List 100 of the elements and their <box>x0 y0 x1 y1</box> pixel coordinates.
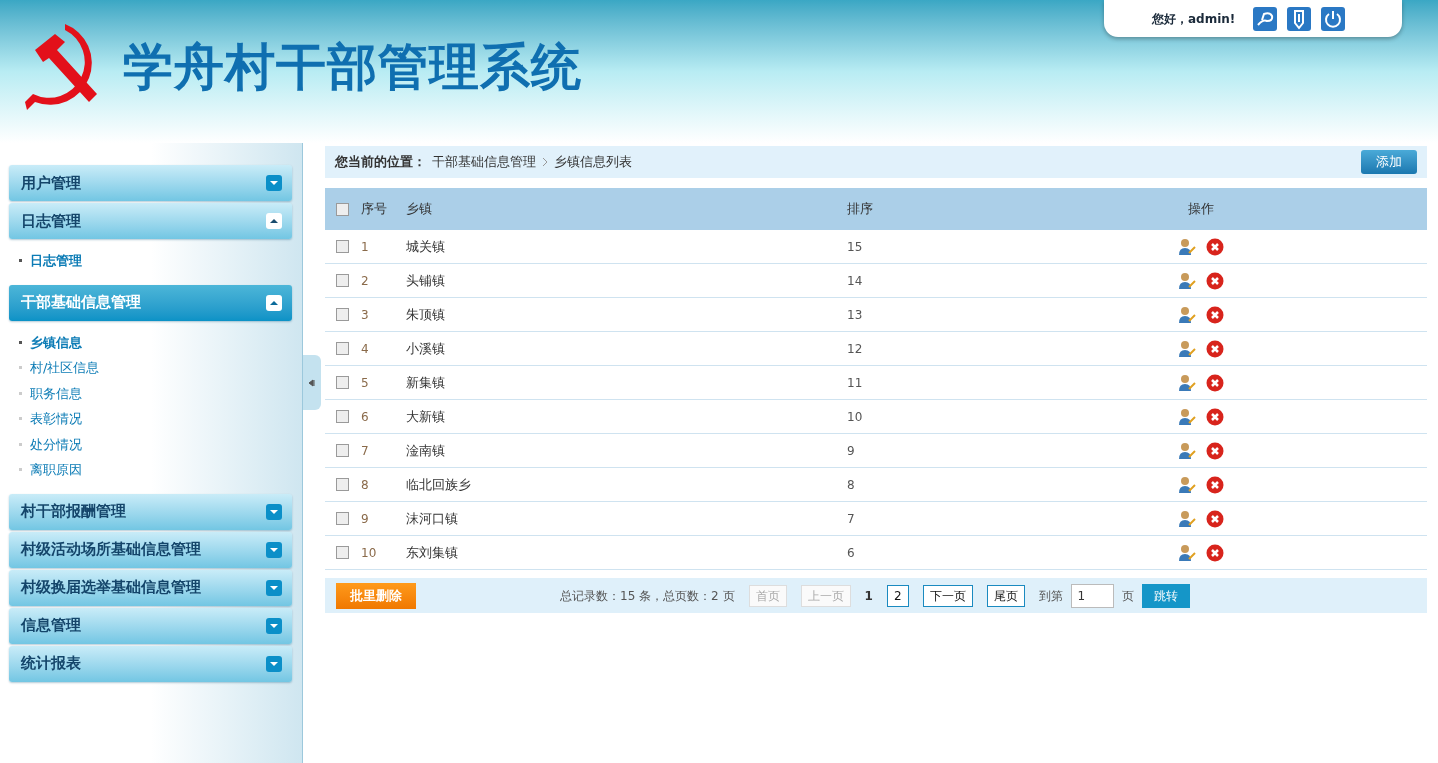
menu-group[interactable]: 村级换届选举基础信息管理 <box>9 569 292 606</box>
delete-icon[interactable] <box>1206 407 1224 426</box>
table-cell-text: 6 <box>361 408 370 426</box>
delete-icon[interactable] <box>1206 373 1224 392</box>
collapse-icon <box>266 213 282 229</box>
table-cell-text: 1 <box>361 238 370 256</box>
menu-group[interactable]: 用户管理 <box>9 165 292 201</box>
menu-group[interactable]: 日志管理 <box>9 203 292 239</box>
menu-item[interactable]: 日志管理 <box>19 251 292 271</box>
table-cell-text: 10 <box>847 408 864 426</box>
edit-user-icon[interactable] <box>1178 237 1196 256</box>
menu-item[interactable]: 处分情况 <box>19 434 292 454</box>
table-cell-text: 15 <box>847 238 864 256</box>
edit-user-icon[interactable] <box>1178 271 1196 290</box>
menu-item[interactable]: 表彰情况 <box>19 409 292 429</box>
table-cell-text: 6 <box>847 544 856 562</box>
collapse-icon <box>266 294 282 311</box>
table-cell-text: 13 <box>847 306 864 324</box>
menu-item[interactable]: 乡镇信息 <box>19 332 292 352</box>
expand-icon <box>266 617 282 634</box>
edit-user-icon[interactable] <box>1178 305 1196 324</box>
checkbox[interactable] <box>336 512 349 525</box>
table-cell-text: 城关镇 <box>406 237 446 256</box>
table-cell-text: 9 <box>847 442 856 460</box>
table-cell-text: 沫河口镇 <box>406 509 459 528</box>
edit-user-icon[interactable] <box>1178 509 1196 528</box>
record-summary: 总记录数：15 条，总页数：2 页 <box>560 587 735 605</box>
delete-icon[interactable] <box>1206 271 1224 290</box>
edit-user-icon[interactable] <box>1178 441 1196 460</box>
checkbox[interactable] <box>336 308 349 321</box>
table-cell-text: 朱顶镇 <box>406 305 446 324</box>
checkbox[interactable] <box>336 444 349 457</box>
table-cell-text: 2 <box>361 272 370 290</box>
edit-user-icon[interactable] <box>1178 475 1196 494</box>
menu-item[interactable]: 职务信息 <box>19 383 292 403</box>
menu-group[interactable]: 村级活动场所基础信息管理 <box>9 531 292 568</box>
delete-icon[interactable] <box>1206 237 1224 256</box>
checkbox[interactable] <box>336 376 349 389</box>
checkbox[interactable] <box>336 274 349 287</box>
edit-user-icon[interactable] <box>1178 339 1196 358</box>
table-cell-text: 小溪镇 <box>406 339 446 358</box>
table-cell-text: 14 <box>847 272 864 290</box>
column-header: 操作 <box>1187 200 1215 219</box>
edit-user-icon[interactable] <box>1178 407 1196 426</box>
delete-icon[interactable] <box>1206 543 1224 562</box>
table-cell-text: 10 <box>361 544 378 562</box>
location-label: 您当前的位置： <box>335 153 426 172</box>
delete-icon[interactable] <box>1206 339 1224 358</box>
menu-group[interactable]: 村干部报酬管理 <box>9 493 292 530</box>
pencil-icon[interactable] <box>1287 6 1312 31</box>
page-unit: 页 <box>1121 587 1134 605</box>
collapse-handle[interactable] <box>303 355 321 410</box>
menu-group[interactable]: 统计报表 <box>9 645 292 682</box>
delete-icon[interactable] <box>1206 305 1224 324</box>
breadcrumb-link[interactable]: 乡镇信息列表 <box>554 152 632 172</box>
edit-user-icon[interactable] <box>1178 373 1196 392</box>
table-cell-text: 9 <box>361 510 370 528</box>
chevron-right-icon <box>542 157 548 167</box>
page-link[interactable]: 2 <box>886 584 909 607</box>
column-header: 序号 <box>361 200 388 219</box>
checkbox[interactable] <box>336 546 349 559</box>
menu-group[interactable]: 信息管理 <box>9 607 292 644</box>
table-cell-text: 11 <box>847 374 864 392</box>
table-cell-text: 大新镇 <box>406 407 446 426</box>
expand-icon <box>266 541 282 558</box>
delete-icon[interactable] <box>1206 441 1224 460</box>
delete-icon[interactable] <box>1206 475 1224 494</box>
table-cell-text: 新集镇 <box>406 373 446 392</box>
table-cell-text: 淦南镇 <box>406 441 446 460</box>
menu-item[interactable]: 离职原因 <box>19 460 292 480</box>
page-link[interactable]: 尾页 <box>986 584 1025 607</box>
expand-icon <box>266 175 282 191</box>
jump-button[interactable]: 跳转 <box>1141 583 1190 608</box>
table-cell-text: 7 <box>361 442 370 460</box>
edit-user-icon[interactable] <box>1178 543 1196 562</box>
checkbox[interactable] <box>336 410 349 423</box>
checkbox[interactable] <box>336 240 349 253</box>
add-button[interactable]: 添加 <box>1361 150 1417 174</box>
page-link[interactable]: 下一页 <box>922 584 973 607</box>
checkbox[interactable] <box>336 342 349 355</box>
table-cell-text: 4 <box>361 340 370 358</box>
table-cell-text: 临北回族乡 <box>406 475 472 494</box>
arrow-left-icon <box>309 378 315 387</box>
delete-icon[interactable] <box>1206 509 1224 528</box>
page-input[interactable]: 1 <box>1070 583 1114 608</box>
breadcrumb-link[interactable]: 干部基础信息管理 <box>432 152 536 172</box>
menu-item[interactable]: 村/社区信息 <box>19 358 292 378</box>
table-cell-text: 3 <box>361 306 370 324</box>
power-icon[interactable] <box>1321 6 1346 31</box>
table-cell-text: 12 <box>847 340 864 358</box>
current-page: 1 <box>864 587 873 605</box>
table-cell-text: 5 <box>361 374 370 392</box>
column-header: 排序 <box>847 200 874 219</box>
checkbox[interactable] <box>336 202 349 216</box>
expand-icon <box>266 655 282 672</box>
system-title: 学舟村干部管理系统 <box>123 36 582 98</box>
checkbox[interactable] <box>336 478 349 491</box>
table-cell-text: 头铺镇 <box>406 271 446 290</box>
table-cell-text: 7 <box>847 510 856 528</box>
table-cell-text: 8 <box>361 476 370 494</box>
